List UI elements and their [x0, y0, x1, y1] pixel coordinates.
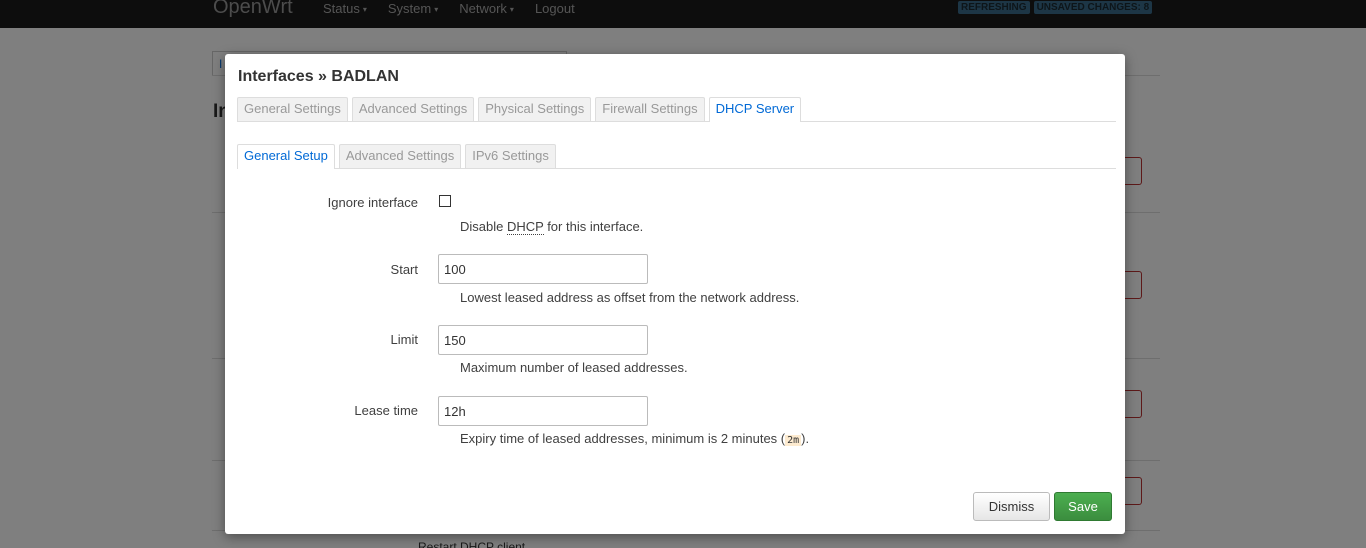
subtab-advanced-settings[interactable]: Advanced Settings	[338, 144, 462, 168]
tab-general-settings[interactable]: General Settings	[237, 97, 348, 121]
dismiss-button[interactable]: Dismiss	[973, 492, 1050, 521]
save-button[interactable]: Save	[1054, 492, 1112, 521]
ignore-interface-label: Ignore interface	[327, 195, 418, 210]
main-tabs: General Settings Advanced Settings Physi…	[237, 97, 1116, 122]
start-hint: Lowest leased address as offset from the…	[460, 290, 800, 305]
interface-edit-modal: Interfaces » BADLAN General Settings Adv…	[225, 54, 1125, 534]
ignore-interface-hint: Disable DHCP for this interface.	[460, 219, 644, 235]
modal-title: Interfaces » BADLAN	[238, 68, 399, 85]
start-label: Start	[390, 262, 418, 277]
tab-firewall-settings[interactable]: Firewall Settings	[595, 97, 705, 121]
subtab-general-setup[interactable]: General Setup	[237, 144, 335, 169]
dhcp-subtabs: General Setup Advanced Settings IPv6 Set…	[237, 144, 1116, 169]
limit-label: Limit	[390, 332, 418, 347]
code-snippet: 2m	[785, 435, 802, 446]
lease-time-label: Lease time	[354, 403, 418, 418]
dhcp-abbr: DHCP	[506, 219, 544, 235]
limit-input[interactable]	[438, 325, 648, 355]
lease-time-hint: Expiry time of leased addresses, minimum…	[460, 431, 810, 446]
tab-advanced-settings[interactable]: Advanced Settings	[351, 97, 475, 121]
lease-time-input[interactable]	[438, 396, 648, 426]
subtab-ipv6-settings[interactable]: IPv6 Settings	[465, 144, 556, 168]
tab-physical-settings[interactable]: Physical Settings	[478, 97, 592, 121]
ignore-interface-checkbox[interactable]	[439, 195, 451, 207]
limit-hint: Maximum number of leased addresses.	[460, 360, 688, 375]
tab-dhcp-server[interactable]: DHCP Server	[708, 97, 802, 122]
start-input[interactable]	[438, 254, 648, 284]
